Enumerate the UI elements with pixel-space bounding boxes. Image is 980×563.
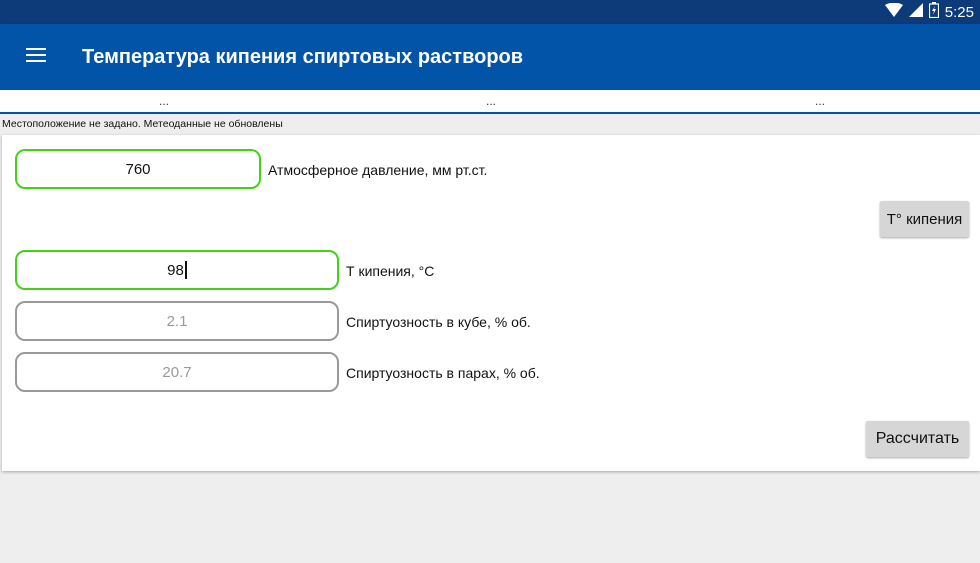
boiling-temp-label: Т кипения, °С	[346, 263, 435, 279]
weather-cell: ...	[815, 94, 826, 108]
menu-button[interactable]	[18, 43, 54, 71]
boiling-temp-input[interactable]: 98	[15, 250, 339, 290]
signal-icon	[908, 2, 923, 22]
weather-cell: ...	[486, 94, 497, 108]
cube-alcohol-value: 2.1	[166, 312, 188, 330]
cube-alcohol-label: Спиртуозность в кубе, % об.	[346, 314, 531, 330]
vapor-alcohol-value: 20.7	[162, 363, 192, 381]
location-status: Местоположение не задано. Метеоданные не…	[2, 118, 283, 130]
weather-row: ... ... ...	[0, 90, 980, 114]
battery-icon	[928, 1, 939, 23]
vapor-alcohol-label: Спиртуозность в парах, % об.	[346, 365, 540, 381]
status-bar: 5:25	[0, 0, 980, 24]
weather-cell: ...	[159, 94, 170, 108]
calculate-button[interactable]: Рассчитать	[866, 421, 969, 457]
wifi-icon	[884, 2, 903, 22]
pressure-label: Атмосферное давление, мм рт.ст.	[268, 162, 488, 178]
calculator-card: 760 Атмосферное давление, мм рт.ст. T° к…	[2, 135, 980, 471]
vapor-alcohol-field[interactable]: 20.7	[15, 352, 339, 392]
hamburger-icon	[26, 47, 46, 67]
app-bar: Температура кипения спиртовых растворов	[0, 24, 980, 90]
status-icons: 5:25	[884, 1, 974, 23]
boiling-temp-button[interactable]: T° кипения	[880, 201, 969, 237]
text-cursor	[184, 261, 187, 279]
cube-alcohol-field[interactable]: 2.1	[15, 301, 339, 341]
clock: 5:25	[944, 3, 974, 21]
app-title: Температура кипения спиртовых растворов	[82, 46, 524, 68]
pressure-value: 760	[125, 160, 151, 178]
boiling-temp-value: 98	[167, 261, 184, 279]
pressure-input[interactable]: 760	[15, 149, 261, 189]
